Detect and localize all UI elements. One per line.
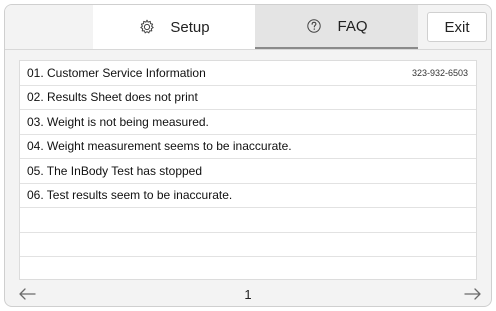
app-frame: Setup FAQ Exit 01. Customer Service Info… [4, 4, 492, 307]
arrow-left-icon[interactable] [13, 281, 41, 306]
faq-item-label: 01. Customer Service Information [27, 65, 206, 80]
page-number: 1 [244, 286, 252, 302]
header-divider [5, 49, 491, 50]
faq-item-weight-inaccurate[interactable]: 04. Weight measurement seems to be inacc… [20, 135, 476, 159]
faq-item-label: 06. Test results seem to be inaccurate. [27, 188, 233, 203]
faq-item-results-inaccurate[interactable]: 06. Test results seem to be inaccurate. [20, 184, 476, 208]
tab-setup-label: Setup [170, 18, 210, 36]
faq-item-weight-not-measured[interactable]: 03. Weight is not being measured. [20, 110, 476, 135]
pagination-bar: 1 [5, 281, 491, 306]
tab-faq[interactable]: FAQ [255, 5, 418, 49]
faq-item-label: 03. Weight is not being measured. [27, 114, 209, 129]
faq-item-label: 02. Results Sheet does not print [27, 90, 198, 105]
tab-faq-label: FAQ [337, 17, 368, 35]
arrow-right-icon[interactable] [459, 281, 487, 306]
help-icon [305, 17, 323, 35]
faq-list: 01. Customer Service Information 323-932… [19, 60, 477, 280]
faq-item-results-sheet[interactable]: 02. Results Sheet does not print [20, 86, 476, 110]
top-bar: Setup FAQ Exit [5, 5, 491, 49]
faq-empty-row [20, 233, 476, 257]
exit-button[interactable]: Exit [427, 12, 487, 42]
tab-setup[interactable]: Setup [93, 5, 255, 49]
faq-empty-row [20, 208, 476, 233]
faq-item-label: 04. Weight measurement seems to be inacc… [27, 139, 292, 154]
gear-icon [138, 18, 156, 36]
faq-item-customer-service[interactable]: 01. Customer Service Information 323-932… [20, 61, 476, 86]
customer-service-phone: 323-932-6503 [411, 67, 468, 78]
faq-item-test-stopped[interactable]: 05. The InBody Test has stopped [20, 159, 476, 184]
faq-empty-row [20, 257, 476, 282]
faq-item-label: 05. The InBody Test has stopped [27, 163, 203, 178]
